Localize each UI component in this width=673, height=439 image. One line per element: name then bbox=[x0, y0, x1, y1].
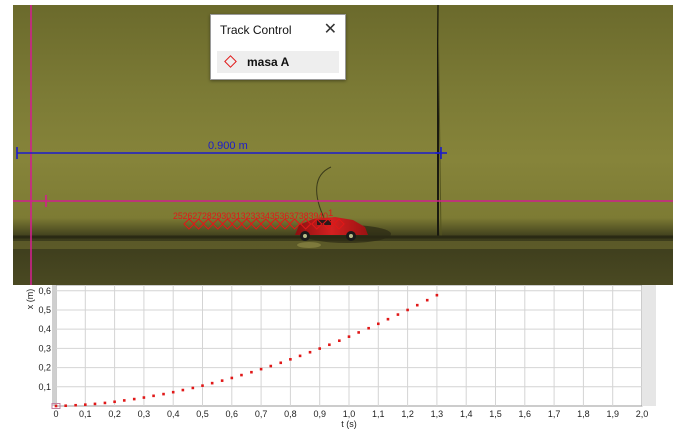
x-tick-label: 0,3 bbox=[138, 409, 151, 419]
data-point[interactable] bbox=[425, 298, 429, 302]
data-point[interactable] bbox=[181, 388, 185, 392]
x-axis-label: t (s) bbox=[341, 419, 357, 429]
x-tick-label: 0,8 bbox=[284, 409, 297, 419]
data-point[interactable] bbox=[298, 354, 302, 358]
data-point[interactable] bbox=[210, 381, 214, 385]
x-tick-label: 1,2 bbox=[401, 409, 414, 419]
y-tick-label: 0,5 bbox=[38, 305, 51, 315]
data-point[interactable] bbox=[396, 313, 400, 316]
x-tick-label: 1,7 bbox=[548, 409, 561, 419]
position-time-graph[interactable]: 0 0,1 0,2 0,3 0,4 0,5 0,6 0,7 0,8 0,9 1,0 1,1 1,2 1,3… bbox=[0, 285, 673, 439]
data-point[interactable] bbox=[54, 404, 58, 408]
data-point[interactable] bbox=[230, 376, 234, 380]
data-point[interactable] bbox=[259, 367, 263, 371]
car-hub-front bbox=[349, 234, 353, 238]
close-icon[interactable]: ✕ bbox=[324, 19, 337, 39]
plot-right-margin bbox=[642, 285, 656, 406]
data-point[interactable] bbox=[122, 399, 126, 402]
data-point[interactable] bbox=[367, 326, 370, 330]
data-point[interactable] bbox=[191, 386, 195, 390]
data-point[interactable] bbox=[113, 400, 116, 404]
x-tick-label: 0,9 bbox=[313, 409, 326, 419]
data-point[interactable] bbox=[435, 293, 439, 297]
data-point[interactable] bbox=[406, 308, 409, 312]
data-point[interactable] bbox=[64, 404, 67, 408]
data-point[interactable] bbox=[377, 322, 380, 326]
data-point[interactable] bbox=[308, 350, 312, 354]
x-tick-label: 1,0 bbox=[343, 409, 356, 419]
data-point[interactable] bbox=[201, 384, 204, 387]
data-point[interactable] bbox=[338, 339, 341, 342]
x-tick-label: 1,4 bbox=[460, 409, 473, 419]
data-point[interactable] bbox=[132, 397, 136, 401]
car-hub-rear bbox=[303, 234, 307, 238]
track-item-masa-a[interactable]: masa A bbox=[217, 51, 339, 73]
track-control-panel[interactable]: Track Control ✕ masa A bbox=[210, 14, 346, 80]
x-tick-label: 1,1 bbox=[372, 409, 385, 419]
data-point[interactable] bbox=[220, 379, 224, 382]
x-tick-label: 1,9 bbox=[606, 409, 619, 419]
x-tick-label: 0,5 bbox=[196, 409, 209, 419]
data-point[interactable] bbox=[386, 317, 390, 321]
data-point[interactable] bbox=[74, 403, 77, 407]
data-point[interactable] bbox=[250, 370, 253, 374]
x-tick-label: 0,1 bbox=[79, 409, 92, 419]
data-point[interactable] bbox=[289, 358, 292, 361]
data-point[interactable] bbox=[279, 361, 283, 365]
x-tick-label: 0 bbox=[53, 409, 58, 419]
x-tick-label: 1,6 bbox=[519, 409, 532, 419]
y-tick-label: 0,4 bbox=[38, 324, 51, 334]
track-item-label: masa A bbox=[247, 55, 290, 69]
data-point[interactable] bbox=[84, 403, 87, 406]
data-point[interactable] bbox=[152, 394, 155, 398]
frame-labels: 25262728293031323334353637383940 bbox=[173, 211, 328, 222]
car-reflection bbox=[297, 242, 321, 248]
x-tick-label: 2,0 bbox=[636, 409, 649, 419]
data-point[interactable] bbox=[103, 401, 107, 405]
data-point[interactable] bbox=[347, 335, 351, 338]
data-point[interactable] bbox=[328, 343, 331, 347]
data-point[interactable] bbox=[415, 303, 419, 307]
x-tick-label: 0,4 bbox=[167, 409, 180, 419]
data-point[interactable] bbox=[240, 373, 243, 377]
y-axis-label: x (m) bbox=[25, 289, 35, 310]
diamond-marker-icon bbox=[224, 55, 237, 68]
data-point[interactable] bbox=[93, 402, 97, 406]
calibration-label[interactable]: 0.900 m bbox=[208, 140, 248, 152]
y-tick-label: 0,6 bbox=[38, 286, 51, 296]
y-tick-label: 0,2 bbox=[38, 363, 51, 373]
data-point[interactable] bbox=[357, 331, 360, 334]
y-tick-label: 0,1 bbox=[38, 382, 51, 392]
x-tick-label: 0,2 bbox=[108, 409, 121, 419]
data-point[interactable] bbox=[162, 392, 165, 396]
panel-title: Track Control bbox=[220, 23, 292, 37]
x-tick-label: 0,7 bbox=[255, 409, 268, 419]
x-tick-label: 0,6 bbox=[226, 409, 239, 419]
data-point[interactable] bbox=[269, 364, 273, 368]
x-tick-label: 1,8 bbox=[577, 409, 590, 419]
data-point[interactable] bbox=[318, 347, 321, 350]
x-tick-label: 1,3 bbox=[431, 409, 444, 419]
y-tick-label: 0,3 bbox=[38, 343, 51, 353]
frame-label-current: 1 bbox=[328, 208, 333, 219]
x-tick-label: 1,5 bbox=[489, 409, 502, 419]
data-point[interactable] bbox=[142, 396, 146, 399]
data-point[interactable] bbox=[171, 390, 175, 394]
